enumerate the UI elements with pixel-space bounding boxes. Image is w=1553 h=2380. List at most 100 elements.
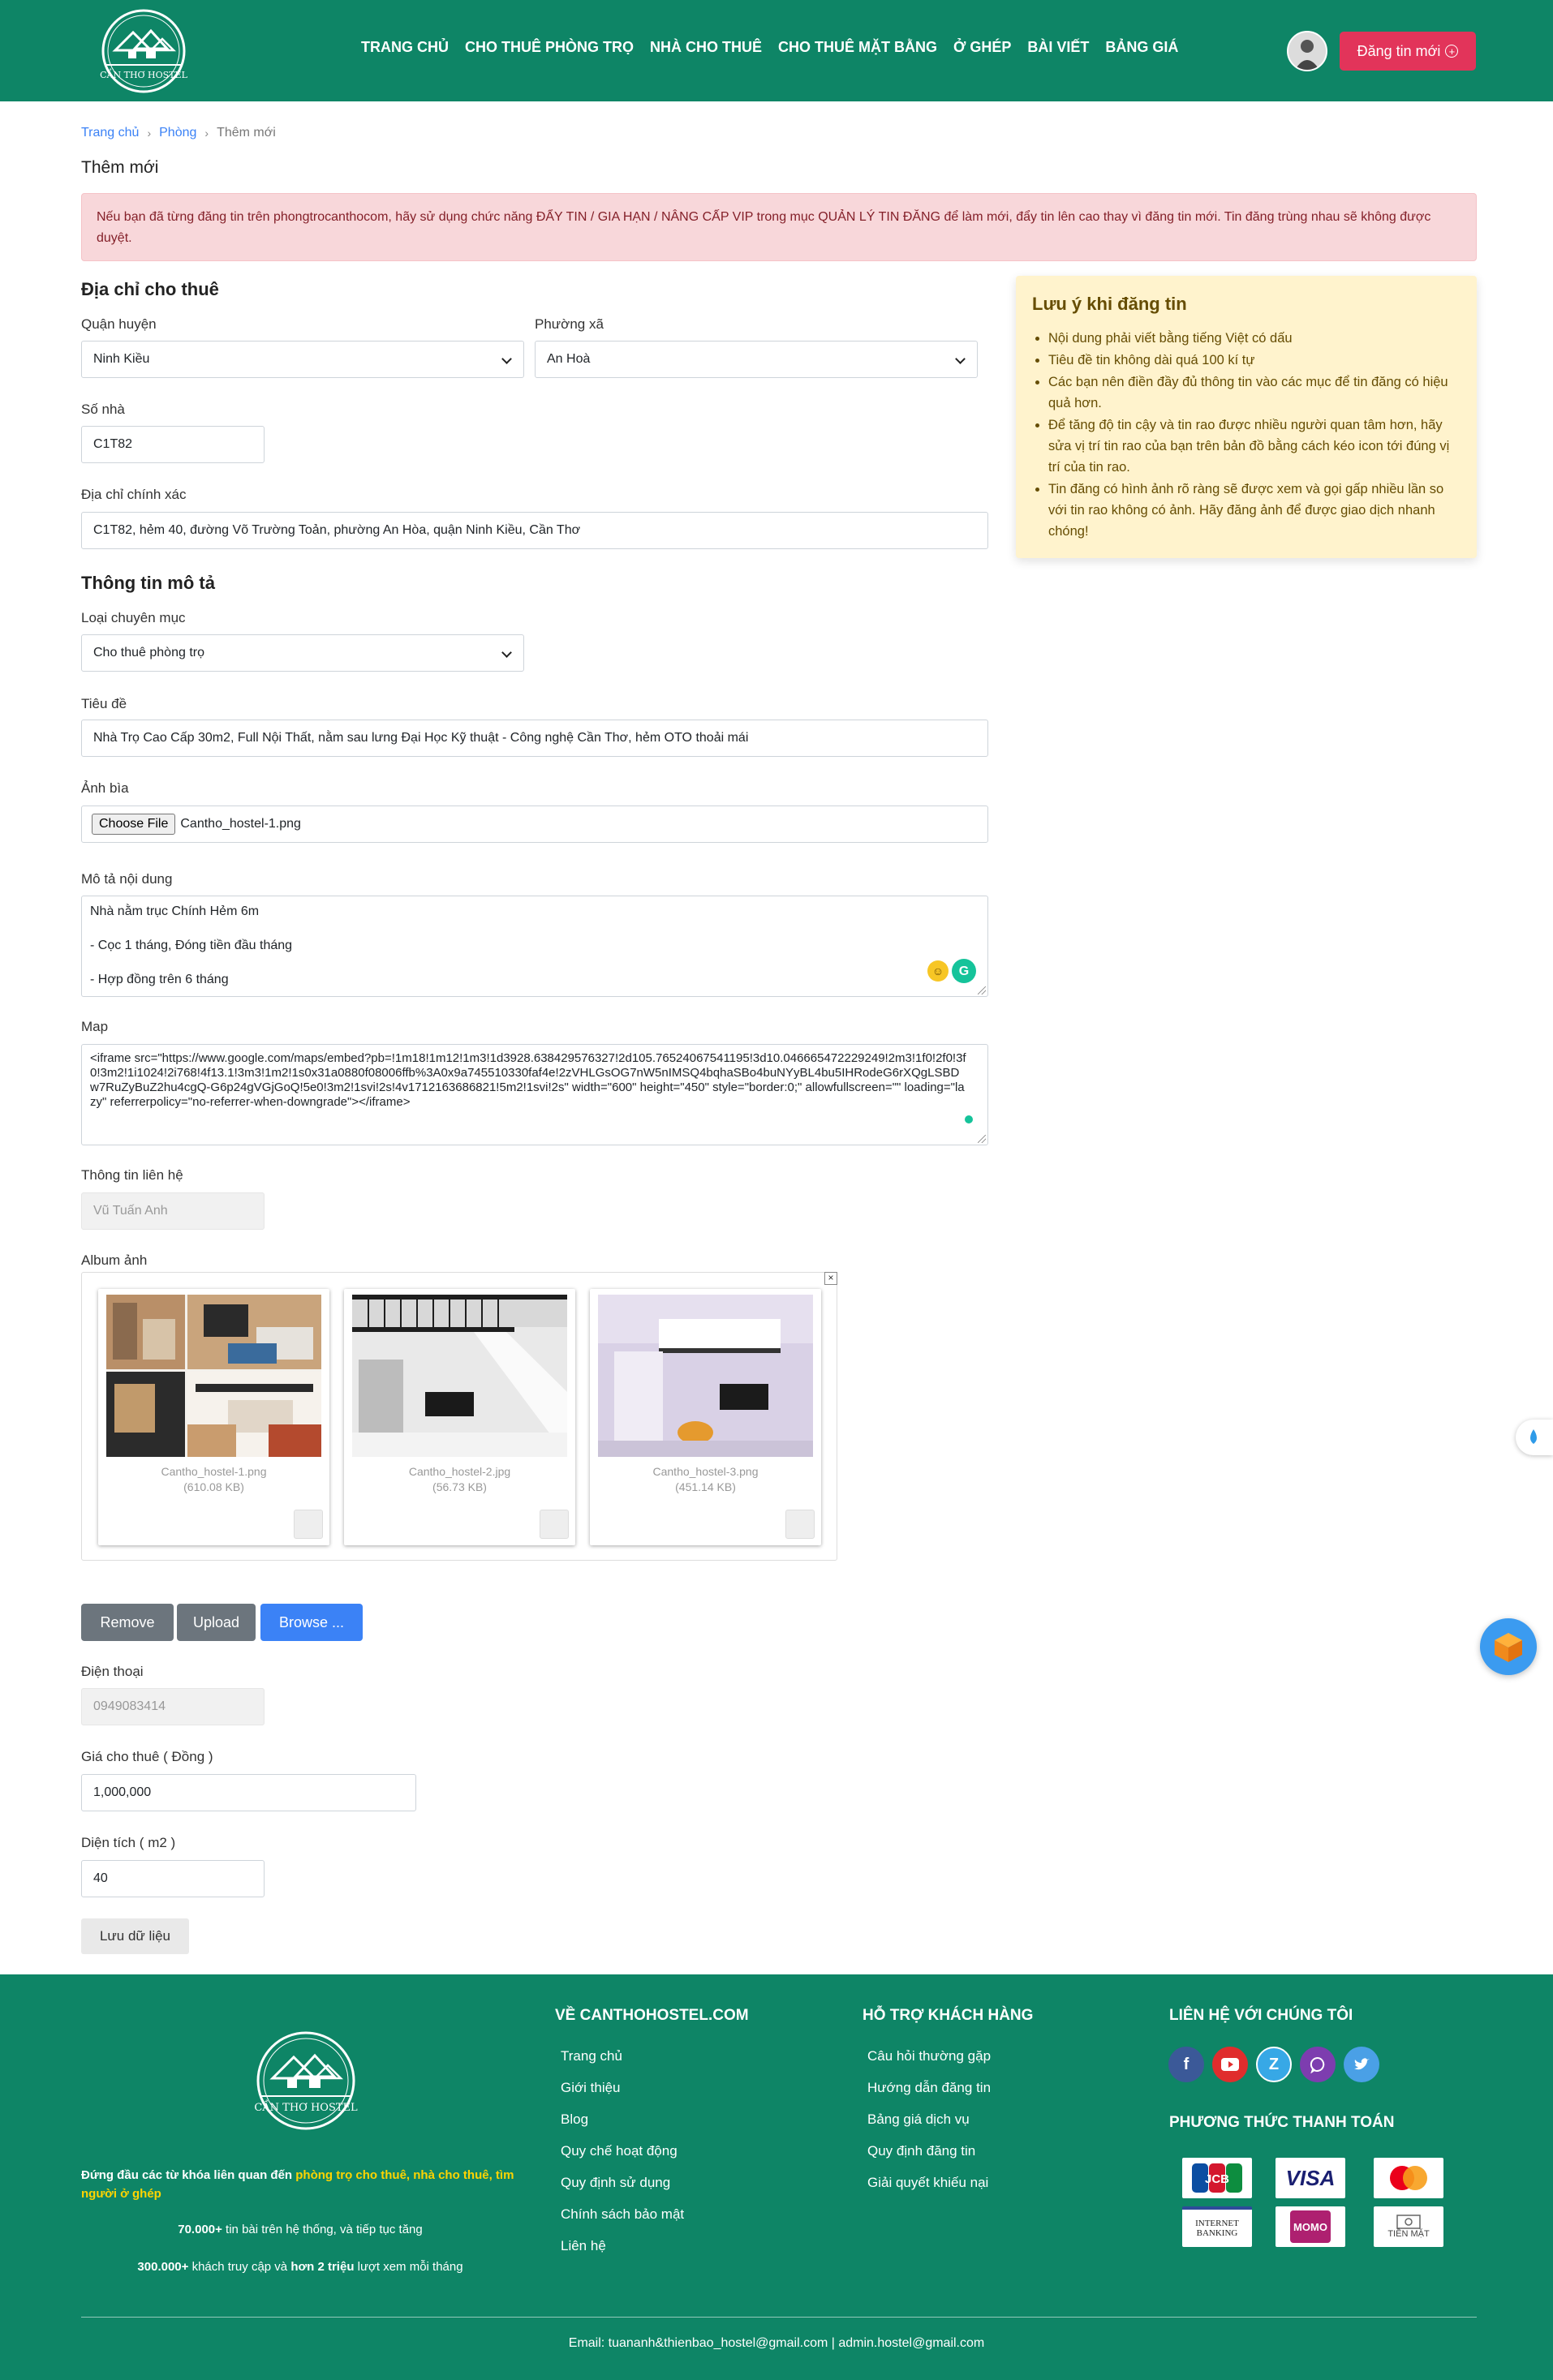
tip-item: Tiêu đề tin không dài quá 100 kí tự — [1048, 350, 1461, 371]
cover-file-name: Cantho_hostel-1.png — [180, 817, 301, 831]
nav-phong-tro[interactable]: CHO THUÊ PHÒNG TRỌ — [465, 39, 634, 56]
nav-mat-bang[interactable]: CHO THUÊ MẶT BẰNG — [778, 39, 937, 56]
post-new-button[interactable]: Đăng tin mới + — [1340, 32, 1476, 71]
footer-link[interactable]: Liên hệ — [561, 2230, 684, 2262]
album-photo-1 — [106, 1295, 321, 1457]
twitter-icon[interactable] — [1344, 2047, 1379, 2082]
floating-drop-widget[interactable] — [1516, 1420, 1553, 1455]
footer-link[interactable]: Câu hỏi thường gặp — [867, 2040, 991, 2072]
category-select[interactable]: Cho thuê phòng trọ — [81, 634, 524, 672]
area-input[interactable]: 40 — [81, 1860, 265, 1897]
footer-link[interactable]: Trang chủ — [561, 2040, 684, 2072]
contact-input: Vũ Tuấn Anh — [81, 1192, 265, 1230]
album-file-name: Cantho_hostel-3.png — [652, 1465, 759, 1478]
floating-box-widget[interactable] — [1480, 1618, 1537, 1675]
nav-bai-viet[interactable]: BÀI VIẾT — [1027, 39, 1089, 56]
tip-item: Tin đăng có hình ảnh rõ ràng sẽ được xem… — [1048, 479, 1461, 542]
breadcrumb-current: Thêm mới — [217, 126, 276, 140]
chevron-right-icon: › — [147, 127, 152, 140]
footer-link[interactable]: Hướng dẫn đăng tin — [867, 2072, 991, 2103]
album-dropzone[interactable]: × Cantho_hostel-1.png (610.08 KB) Cantho… — [81, 1272, 837, 1561]
post-new-label: Đăng tin mới — [1357, 42, 1441, 59]
footer-link[interactable]: Chính sách bảo mật — [561, 2198, 684, 2230]
stat-views-text: lượt xem mỗi tháng — [354, 2260, 463, 2274]
footer-link[interactable]: Quy chế hoạt động — [561, 2135, 684, 2167]
tip-item: Nội dung phải viết bằng tiếng Việt có dấ… — [1048, 328, 1461, 349]
site-logo[interactable]: CẦN THƠ HOSTEL — [88, 8, 200, 94]
price-input[interactable]: 1,000,000 — [81, 1774, 416, 1811]
footer-logo[interactable]: CẦN THƠ HOSTEL — [240, 2030, 372, 2132]
category-value: Cho thuê phòng trọ — [93, 646, 204, 659]
browse-button[interactable]: Browse ... — [260, 1604, 363, 1641]
viber-icon[interactable] — [1300, 2047, 1336, 2082]
nav-trang-chu[interactable]: TRANG CHỦ — [361, 39, 449, 56]
album-close-icon[interactable]: × — [824, 1272, 837, 1285]
footer-stat-visits: 300.000+ khách truy cập và hơn 2 triệu l… — [81, 2260, 519, 2274]
footer-link[interactable]: Bảng giá dịch vụ — [867, 2103, 991, 2135]
stat-visits-text: khách truy cập và — [188, 2260, 291, 2274]
breadcrumb-home[interactable]: Trang chủ — [81, 126, 139, 140]
album-thumb[interactable]: Cantho_hostel-1.png (610.08 KB) — [98, 1289, 329, 1545]
resize-handle-icon[interactable] — [978, 986, 986, 995]
map-textarea[interactable]: <iframe src="https://www.google.com/maps… — [81, 1044, 988, 1145]
house-number-input[interactable]: C1T82 — [81, 426, 265, 463]
facebook-icon[interactable]: f — [1168, 2047, 1204, 2082]
nav-nha-cho-thue[interactable]: NHÀ CHO THUÊ — [650, 39, 762, 56]
save-button[interactable]: Lưu dữ liệu — [81, 1918, 189, 1954]
cash-payment-icon: TIỀN MẶT — [1374, 2206, 1443, 2247]
site-header: CẦN THƠ HOSTEL TRANG CHỦ CHO THUÊ PHÒNG … — [0, 0, 1553, 101]
footer-link[interactable]: Quy định đăng tin — [867, 2135, 991, 2167]
cover-label: Ảnh bìa — [81, 780, 129, 796]
site-footer: CẦN THƠ HOSTEL Đứng đầu các từ khóa liên… — [0, 1974, 1553, 2380]
content-line: Nhà nằm trục Chính Hẻm 6m — [90, 904, 260, 918]
footer-link[interactable]: Giới thiệu — [561, 2072, 684, 2103]
album-action-button[interactable] — [785, 1510, 815, 1539]
grammarly-dot-icon — [965, 1115, 973, 1123]
upload-button[interactable]: Upload — [177, 1604, 256, 1641]
album-file-name: Cantho_hostel-1.png — [161, 1465, 267, 1478]
footer-contact-heading: LIÊN HỆ VỚI CHÚNG TÔI — [1169, 2007, 1353, 2024]
resize-handle-icon[interactable] — [978, 1135, 986, 1143]
album-action-button[interactable] — [540, 1510, 569, 1539]
album-thumb[interactable]: Cantho_hostel-2.jpg (56.73 KB) — [344, 1289, 575, 1545]
ward-select[interactable]: An Hoà — [535, 341, 978, 378]
chevron-right-icon: › — [204, 127, 209, 140]
album-caption: Cantho_hostel-1.png (610.08 KB) — [98, 1464, 329, 1495]
grammarly-icon[interactable]: G — [952, 959, 976, 983]
album-thumb[interactable]: Cantho_hostel-3.png (451.14 KB) — [590, 1289, 821, 1545]
choose-file-button[interactable]: Choose File — [92, 814, 176, 835]
footer-divider — [81, 2317, 1477, 2318]
title-input[interactable]: Nhà Trọ Cao Cấp 30m2, Full Nội Thất, nằm… — [81, 720, 988, 757]
duplicate-warning-alert: Nếu bạn đã từng đăng tin trên phongtroca… — [81, 193, 1477, 261]
content-textarea[interactable]: Nhà nằm trục Chính Hẻm 6m - Cọc 1 tháng,… — [81, 896, 988, 997]
exact-address-input[interactable]: C1T82, hẻm 40, đường Võ Trường Toản, phư… — [81, 512, 988, 549]
district-value: Ninh Kiều — [93, 352, 150, 366]
nav-o-ghep[interactable]: Ở GHÉP — [953, 39, 1011, 56]
main-nav: TRANG CHỦ CHO THUÊ PHÒNG TRỌ NHÀ CHO THU… — [361, 39, 1178, 56]
footer-tagline: Đứng đầu các từ khóa liên quan đến phòng… — [81, 2166, 519, 2203]
posting-tips-panel: Lưu ý khi đăng tin Nội dung phải viết bằ… — [1016, 276, 1477, 558]
remove-button[interactable]: Remove — [81, 1604, 174, 1641]
footer-link[interactable]: Giải quyết khiếu nại — [867, 2167, 991, 2198]
tip-item: Để tăng độ tin cậy và tin rao được nhiều… — [1048, 415, 1461, 478]
ward-label: Phường xã — [535, 316, 604, 332]
stat-visits-number: 300.000+ — [137, 2260, 189, 2274]
exact-address-label: Địa chỉ chính xác — [81, 487, 187, 502]
footer-link[interactable]: Quy định sử dụng — [561, 2167, 684, 2198]
youtube-icon[interactable] — [1212, 2047, 1248, 2082]
stat-views-number: hơn 2 triệu — [290, 2260, 355, 2274]
jcb-payment-icon: JCB — [1182, 2158, 1252, 2198]
visa-payment-icon: VISA — [1276, 2158, 1345, 2198]
district-select[interactable]: Ninh Kiều — [81, 341, 524, 378]
map-embed-code: <iframe src="https://www.google.com/maps… — [90, 1051, 966, 1109]
breadcrumb-rooms[interactable]: Phòng — [159, 126, 196, 140]
user-avatar[interactable] — [1287, 31, 1327, 71]
nav-bang-gia[interactable]: BẢNG GIÁ — [1105, 39, 1178, 56]
album-label: Album ảnh — [81, 1252, 148, 1268]
emoji-icon[interactable]: ☺ — [927, 960, 949, 982]
zalo-icon[interactable]: Z — [1256, 2047, 1292, 2082]
cover-file-input[interactable]: Choose File Cantho_hostel-1.png — [81, 806, 988, 843]
momo-payment-icon: MOMO — [1276, 2206, 1345, 2247]
footer-link[interactable]: Blog — [561, 2103, 684, 2135]
album-action-button[interactable] — [294, 1510, 323, 1539]
